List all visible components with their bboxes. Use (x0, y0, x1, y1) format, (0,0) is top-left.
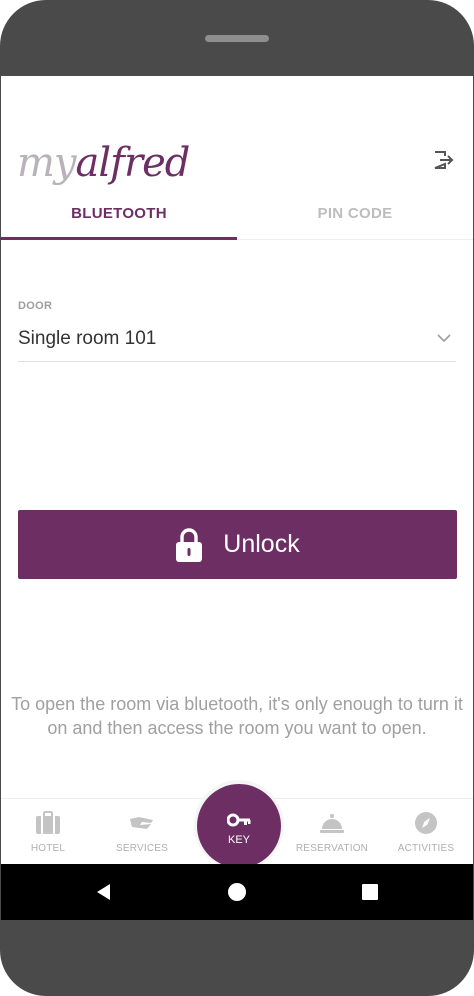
chevron-down-icon (437, 334, 451, 343)
bell-icon (320, 814, 344, 833)
app-screen: my alfred BLUETOOTH PIN CODE DOOR Single … (1, 76, 473, 920)
nav-item-services[interactable]: SERVICES (95, 799, 189, 865)
nav-item-activities[interactable]: ACTIVITIES (379, 799, 473, 865)
suitcase-icon (36, 811, 60, 834)
app-header: my alfred (1, 76, 473, 186)
logo-text-my: my (17, 140, 77, 186)
door-select[interactable]: Single room 101 (18, 320, 456, 362)
nav-label-hotel: HOTEL (30, 843, 66, 854)
myalfred-logo: my alfred (17, 130, 191, 186)
lock-icon (176, 527, 203, 562)
phone-frame: my alfred BLUETOOTH PIN CODE DOOR Single … (0, 0, 474, 996)
phone-speaker (205, 35, 269, 42)
nav-label-reservation: RESERVATION (295, 843, 369, 854)
door-label: DOOR (18, 300, 53, 312)
hand-icon (130, 817, 153, 829)
key-icon (227, 813, 251, 827)
logout-icon[interactable] (431, 148, 455, 172)
system-nav-bar (1, 864, 473, 920)
bluetooth-hint: To open the room via bluetooth, it's onl… (11, 694, 463, 738)
nav-label-services: SERVICES (116, 843, 168, 854)
tab-active-indicator (1, 237, 237, 240)
nav-item-key[interactable]: KEY (197, 784, 281, 868)
compass-icon (415, 812, 437, 834)
nav-label-activities: ACTIVITIES (397, 843, 455, 854)
unlock-button[interactable]: Unlock (18, 510, 457, 579)
logo-text-alfred: alfred (75, 140, 191, 186)
home-icon[interactable] (227, 882, 247, 902)
unlock-label: Unlock (223, 530, 300, 558)
nav-item-hotel[interactable]: HOTEL (1, 799, 95, 865)
tab-pin-code[interactable]: PIN CODE (237, 186, 473, 240)
nav-item-reservation[interactable]: RESERVATION (285, 799, 379, 865)
recents-icon[interactable] (360, 882, 380, 902)
nav-label-key: KEY (227, 834, 250, 846)
door-selected-value: Single room 101 (18, 328, 157, 349)
tab-bar: BLUETOOTH PIN CODE (1, 186, 473, 240)
tab-bluetooth[interactable]: BLUETOOTH (1, 186, 237, 240)
back-icon[interactable] (94, 882, 114, 902)
